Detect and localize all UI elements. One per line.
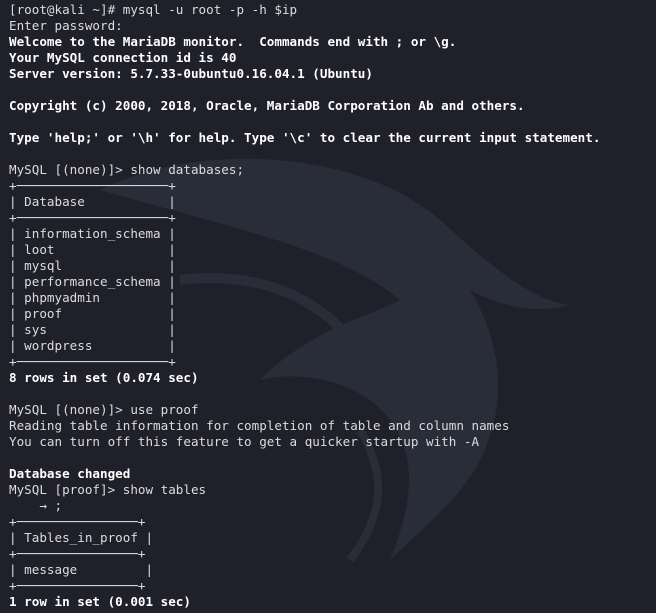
terminal-line: Welcome to the MariaDB monitor. Commands… <box>9 34 457 49</box>
terminal-line: Type 'help;' or '\h' for help. Type '\c'… <box>9 130 601 145</box>
terminal-line: MySQL [(none)]> use proof <box>9 402 199 417</box>
terminal-line: MySQL [proof]> show tables <box>9 482 207 497</box>
terminal-line: | Database | <box>9 194 176 209</box>
terminal-line: +────────────────+ <box>9 546 146 561</box>
terminal-line: You can turn off this feature to get a q… <box>9 434 480 449</box>
terminal-line: | loot | <box>9 242 176 257</box>
terminal-line: Enter password: <box>9 18 123 33</box>
terminal-line: Database changed <box>9 466 131 481</box>
terminal-line: 8 rows in set (0.074 sec) <box>9 370 199 385</box>
terminal-line: | proof | <box>9 306 176 321</box>
terminal-line: +────────────────────+ <box>9 354 176 369</box>
terminal-line: +────────────────────+ <box>9 178 176 193</box>
terminal-line: | sys | <box>9 322 176 337</box>
terminal-line: +────────────────+ <box>9 578 146 593</box>
terminal-line: | information_schema | <box>9 226 176 241</box>
terminal-line: Your MySQL connection id is 40 <box>9 50 237 65</box>
terminal-line: | Tables_in_proof | <box>9 530 154 545</box>
terminal-line: | mysql | <box>9 258 176 273</box>
terminal-line: | message | <box>9 562 154 577</box>
terminal-line: Reading table information for completion… <box>9 418 510 433</box>
terminal-line: [root@kali ~]# mysql -u root -p -h $ip <box>9 2 298 17</box>
terminal-line: 1 row in set (0.001 sec) <box>9 594 191 609</box>
terminal-line: Copyright (c) 2000, 2018, Oracle, MariaD… <box>9 98 525 113</box>
terminal-line: +────────────────────+ <box>9 210 176 225</box>
terminal-output: [root@kali ~]# mysql -u root -p -h $ip En… <box>9 2 656 610</box>
terminal-line: | performance_schema | <box>9 274 176 289</box>
terminal-line: | phpmyadmin | <box>9 290 176 305</box>
terminal-line: +────────────────+ <box>9 514 146 529</box>
terminal-line: → ; <box>9 498 63 513</box>
terminal-line: Server version: 5.7.33-0ubuntu0.16.04.1 … <box>9 66 373 81</box>
terminal-window[interactable]: [root@kali ~]# mysql -u root -p -h $ip En… <box>0 0 656 613</box>
terminal-line: | wordpress | <box>9 338 176 353</box>
terminal-line: MySQL [(none)]> show databases; <box>9 162 245 177</box>
